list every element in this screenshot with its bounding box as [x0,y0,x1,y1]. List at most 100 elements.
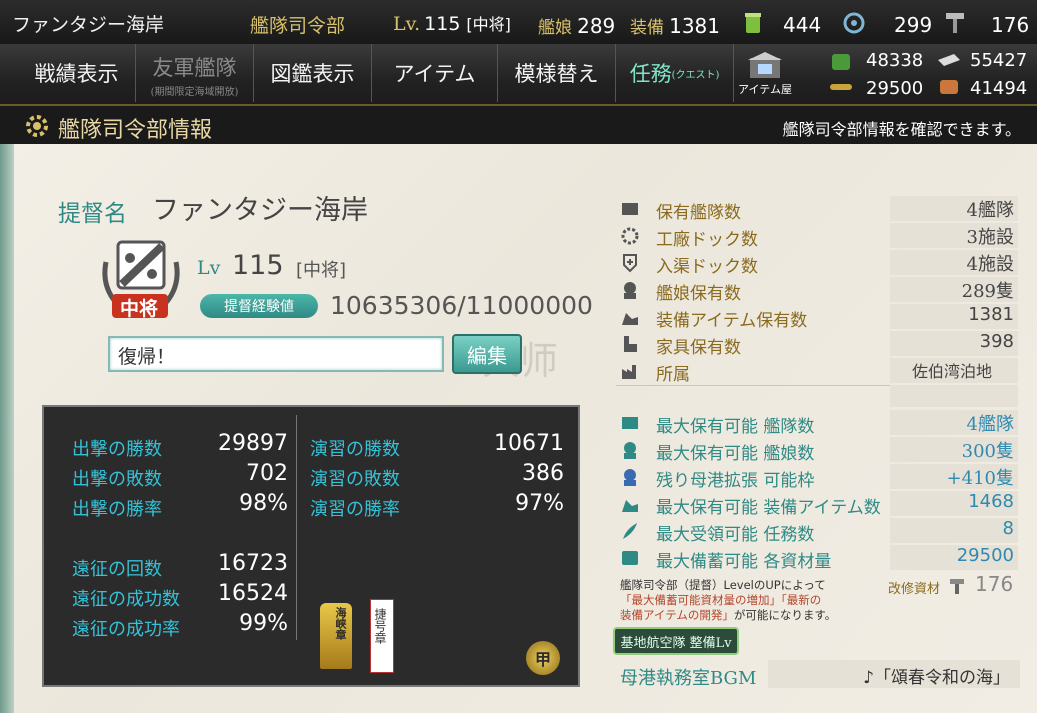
exp-label: 提督経験値 [200,294,318,318]
nav-record[interactable]: 戦績表示 [18,44,136,102]
devmat-icon [843,12,865,34]
fleet-icon [622,417,638,429]
sortie-lose: 702 [246,461,288,486]
storage-icon [622,551,638,565]
nav-item-shop[interactable]: アイテム屋 [734,44,796,102]
row-max-resources: 最大備蓄可能 各資材量 29500 [616,545,1018,572]
bauxite-amount: 41494 [970,78,1028,99]
admiral-rank: [中将] [296,260,347,281]
row-max-quest: 最大受領可能 任務数 8 [616,518,1018,545]
exercise-win-label: 演習の勝数 [310,439,400,460]
furniture-icon [624,336,637,352]
profile-admiral-name: ファンタジー海岸 [152,195,368,226]
nav-friend-fleet[interactable]: 友軍艦隊 (期間限定海域開放) [136,44,254,102]
shop-icon [748,52,782,78]
nav-quest[interactable]: 任務 (クエスト) [616,44,734,102]
equipment-icon [622,313,638,325]
row-max-ships: 最大保有可能 艦娘数 300隻 [616,437,1018,464]
bucket-count: 444 [783,13,822,37]
hq-level: Lv. 115 [中将] [393,13,511,35]
exp-value: 10635306/11000000 [330,291,593,320]
medal-ko: 甲 [526,641,560,675]
row-repair: 入渠ドック数 4施設 [616,250,1018,277]
medal-kaikyo: 海峡章 [320,603,352,669]
bgm-selector[interactable]: ♪「頌春令和の海」 [768,660,1020,688]
admiral-label: 提督名 [58,201,127,227]
fuel-icon [832,54,850,70]
expedition-count-label: 遠征の回数 [72,559,162,580]
exercise-win: 10671 [494,431,564,456]
sortie-lose-label: 出撃の敗数 [72,469,162,490]
ammo-amount: 29500 [866,78,924,99]
section-header: 艦隊司令部情報 艦隊司令部情報を確認できます。 [0,104,1037,144]
section-description: 艦隊司令部情報を確認できます。 [782,120,1021,139]
bgm-label: 母港執務室BGM [620,668,757,689]
hq-label: 艦隊司令部 [250,15,346,37]
section-title: 艦隊司令部情報 [58,118,213,143]
screw-icon [950,579,964,594]
row-expand: 残り母港拡張 可能枠 +410隻 [616,464,1018,491]
steel-amount: 55427 [970,50,1028,71]
exercise-rate-label: 演習の勝率 [310,499,400,520]
admiral-name: ファンタジー海岸 [12,14,165,36]
steel-icon [938,54,960,66]
bauxite-icon [940,80,958,94]
admiral-level: 115 [232,250,284,281]
ammo-icon [830,84,852,90]
edit-button[interactable]: 編集 [452,334,522,374]
row-furniture: 家具保有数 398 [616,331,1018,358]
fleet-icon [622,203,638,215]
screw-icon [946,13,964,33]
exercise-lose: 386 [522,461,564,486]
main-nav: 戦績表示 友軍艦隊 (期間限定海域開放) 図鑑表示 アイテム 模様替え 任務 (クエ… [0,44,1037,104]
lv-label: Lv [197,257,221,279]
row-max-fleets: 最大保有可能 艦隊数 4艦隊 [616,410,1018,437]
sortie-rate-label: 出撃の勝率 [72,499,162,520]
shipgirl-count: 艦娘 289 [538,14,616,38]
devmat-count: 299 [894,13,933,37]
cog-icon [621,227,639,245]
equip-count: 装備 1381 [630,14,720,38]
shipgirl-icon [624,442,636,459]
bucket-icon [745,13,761,33]
nav-album[interactable]: 図鑑表示 [254,44,372,102]
shipgirl-icon [624,469,636,486]
top-status-bar: ファンタジー海岸 艦隊司令部 Lv. 115 [中将] 艦娘 289 装備 1381… [0,0,1037,44]
row-affiliation: 所属 佐伯湾泊地 [616,358,1018,385]
exercise-lose-label: 演習の敗数 [310,469,400,490]
screw-count: 176 [991,13,1030,37]
row-fleets: 保有艦隊数 4艦隊 [616,196,1018,223]
row-ships: 艦娘保有数 289隻 [616,277,1018,304]
sortie-rate: 98% [239,491,288,516]
nav-items[interactable]: アイテム [372,44,498,102]
base-air-corps-button[interactable]: 基地航空隊 整備Lv [613,627,739,655]
expedition-success-label: 遠征の成功数 [72,589,180,610]
stats-divider [296,415,297,640]
shipgirl-icon [624,282,636,299]
battle-stats-box: 出撃の勝数 29897 出撃の敗数 702 出撃の勝率 98% 演習の勝数 10… [42,405,580,687]
row-max-equip: 最大保有可能 装備アイテム数 1468 [616,491,1018,518]
expedition-rate: 99% [239,611,288,636]
sortie-win-label: 出撃の勝数 [72,439,162,460]
rank-badge-text: 中将 [120,298,159,320]
exercise-rate: 97% [515,491,564,516]
left-edge-decoration [0,144,14,713]
level-up-note: 艦隊司令部（提督）LevelのUPによって 「最大備蓄可能資材量の増加」「最新の… [620,578,837,622]
expedition-success: 16524 [218,581,288,606]
medal-shogo: 捷号章 [370,599,394,673]
comment-field[interactable]: 復帰！ [108,336,444,372]
fuel-amount: 48338 [866,50,924,71]
improvement-material-label: 改修資材 [888,582,941,597]
row-dock: 工廠ドック数 3施設 [616,223,1018,250]
factory-icon [622,365,636,379]
sortie-win: 29897 [218,431,288,456]
row-empty [616,385,1018,407]
rank-emblem: 中将 [96,232,186,324]
gear-icon [26,115,48,137]
nav-furniture[interactable]: 模様替え [498,44,616,102]
feather-icon [623,523,637,539]
expedition-count: 16723 [218,551,288,576]
improvement-material-count: 176 [975,572,1014,596]
equipment-icon [622,500,638,512]
row-equip: 装備アイテム保有数 1381 [616,304,1018,331]
